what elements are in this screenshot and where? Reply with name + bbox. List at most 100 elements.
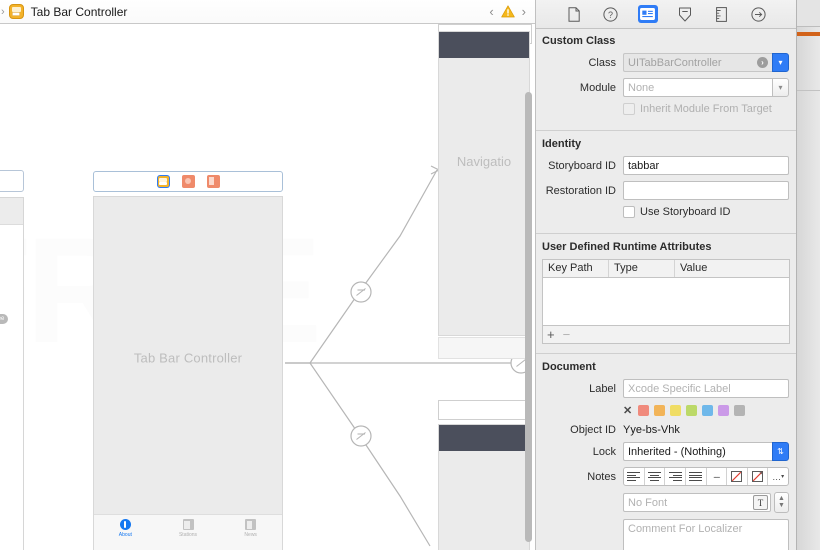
navigation-bar: [439, 32, 529, 58]
lock-dropdown-button[interactable]: ⇅: [772, 442, 789, 461]
next-issue-button[interactable]: ›: [522, 4, 526, 19]
inherit-module-row[interactable]: Inherit Module From Target: [536, 103, 796, 115]
remove-attribute-button[interactable]: −: [563, 328, 571, 341]
inherit-module-label: Inherit Module From Target: [640, 103, 772, 115]
file-inspector-tab[interactable]: [564, 5, 584, 23]
class-dropdown-button[interactable]: ▾: [772, 53, 789, 72]
tab-bar-controller-icon[interactable]: [157, 175, 170, 188]
color-swatch-blue[interactable]: [702, 405, 713, 416]
clear-color-icon[interactable]: ✕: [623, 404, 632, 417]
lock-label: Lock: [536, 446, 623, 458]
highlight-color-button[interactable]: [748, 468, 769, 485]
align-left-button[interactable]: [624, 468, 645, 485]
tab-bar[interactable]: About Stations News: [94, 514, 282, 550]
align-right-button[interactable]: [665, 468, 686, 485]
comment-for-localizer-input[interactable]: Comment For Localizer: [623, 519, 789, 550]
color-swatch-purple[interactable]: [718, 405, 729, 416]
inherit-module-checkbox[interactable]: [623, 103, 635, 115]
left-scene-dock[interactable]: [0, 170, 24, 192]
tab-bar-controller-scene[interactable]: Tab Bar Controller About Stations News: [93, 196, 283, 550]
align-center-button[interactable]: [645, 468, 666, 485]
font-panel-icon[interactable]: T: [753, 495, 768, 510]
tab-label: News: [244, 532, 257, 538]
use-storyboard-id-checkbox[interactable]: [623, 206, 635, 218]
module-dropdown-button[interactable]: ▾: [772, 78, 789, 97]
tab-bar-controller-view: Tab Bar Controller: [94, 197, 282, 519]
connections-inspector-tab[interactable]: [749, 5, 769, 23]
class-row: Class UITabBarController › ▾: [536, 53, 796, 72]
tab-label: Stations: [179, 532, 197, 538]
column-type: Type: [609, 260, 675, 277]
notes-more-button[interactable]: …▾: [768, 468, 788, 485]
breadcrumb-chevron-icon: ›: [1, 6, 5, 18]
color-swatch-gray[interactable]: [734, 405, 745, 416]
first-responder-icon[interactable]: [182, 175, 195, 188]
runtime-attributes-table[interactable]: Key Path Type Value + −: [542, 259, 790, 344]
navigation-controller-scene[interactable]: Navigatio: [438, 31, 530, 336]
news-icon: [245, 519, 256, 530]
navigation-scene-label: Navigatio: [439, 154, 529, 169]
canvas-vertical-scrollbar[interactable]: [525, 92, 532, 542]
tab-item-stations[interactable]: Stations: [157, 519, 220, 538]
size-inspector-tab[interactable]: [712, 5, 732, 23]
exit-icon[interactable]: [207, 175, 220, 188]
stations-icon: [183, 519, 194, 530]
document-label-input[interactable]: Xcode Specific Label: [623, 379, 789, 398]
color-swatch-orange[interactable]: [654, 405, 665, 416]
tab-item-about[interactable]: About: [94, 519, 157, 538]
runtime-attributes-rows[interactable]: [543, 278, 789, 325]
module-input[interactable]: None: [623, 78, 772, 97]
color-swatch-yellow[interactable]: [670, 405, 681, 416]
storyboard-id-input[interactable]: tabbar: [623, 156, 789, 175]
warning-triangle-icon[interactable]: [501, 5, 515, 18]
previous-issue-button[interactable]: ‹: [489, 4, 493, 19]
tab-item-news[interactable]: News: [219, 519, 282, 538]
object-id-value: Yye-bs-Vhk: [623, 424, 680, 436]
left-scene-navbar: [0, 198, 23, 225]
column-value: Value: [675, 260, 789, 277]
notes-toolbar[interactable]: ---: [623, 467, 789, 486]
use-storyboard-id-label: Use Storyboard ID: [640, 206, 730, 218]
class-jump-icon[interactable]: ›: [757, 57, 768, 68]
attributes-inspector-tab[interactable]: [675, 5, 695, 23]
identity-inspector-tab[interactable]: [638, 5, 658, 23]
navigation-bar: [439, 425, 529, 451]
restoration-id-input[interactable]: [623, 181, 789, 200]
runtime-attributes-section: User Defined Runtime Attributes Key Path…: [536, 234, 796, 354]
storyboard-id-label: Storyboard ID: [536, 160, 623, 172]
module-combo[interactable]: None ▾: [623, 78, 789, 97]
color-swatch-red[interactable]: [638, 405, 649, 416]
align-justify-button[interactable]: [686, 468, 707, 485]
tabbar-controller-icon: [9, 4, 24, 19]
align-dashed-button[interactable]: ---: [707, 468, 728, 485]
add-attribute-button[interactable]: +: [547, 328, 555, 341]
class-input[interactable]: UITabBarController ›: [623, 53, 772, 72]
lock-value[interactable]: Inherited - (Nothing): [623, 442, 772, 461]
left-scene-body[interactable]: [0, 197, 24, 550]
identity-section: Identity Storyboard ID tabbar Restoratio…: [536, 131, 796, 234]
storyboard-canvas[interactable]: FREE Free: [0, 24, 535, 550]
comment-row: Comment For Localizer: [536, 519, 796, 550]
quick-help-tab[interactable]: ?: [601, 5, 621, 23]
color-swatch-green[interactable]: [686, 405, 697, 416]
custom-class-title: Custom Class: [536, 28, 796, 53]
use-storyboard-id-row[interactable]: Use Storyboard ID: [536, 206, 796, 218]
about-info-icon: [120, 519, 131, 530]
lower-navigation-scene[interactable]: [438, 424, 530, 550]
notes-font-stepper[interactable]: ▲▼: [774, 492, 789, 513]
jump-bar-title[interactable]: Tab Bar Controller: [31, 5, 128, 19]
lower-scene-dock[interactable]: [438, 400, 532, 420]
notes-font-input[interactable]: No Font T: [623, 493, 771, 512]
inspector-tab-bar: ?: [536, 0, 796, 29]
inspector-content: Custom Class Class UITabBarController › …: [536, 28, 796, 550]
identity-inspector-panel: ?: [535, 0, 796, 550]
custom-class-section: Custom Class Class UITabBarController › …: [536, 28, 796, 131]
restoration-id-row: Restoration ID: [536, 181, 796, 200]
class-value: UITabBarController: [628, 57, 722, 69]
text-color-button[interactable]: [727, 468, 748, 485]
tab-bar-controller-dock[interactable]: [93, 171, 283, 192]
class-combo[interactable]: UITabBarController › ▾: [623, 53, 789, 72]
column-key-path: Key Path: [543, 260, 609, 277]
lock-row: Lock Inherited - (Nothing) ⇅: [536, 442, 796, 461]
lock-combo[interactable]: Inherited - (Nothing) ⇅: [623, 442, 789, 461]
